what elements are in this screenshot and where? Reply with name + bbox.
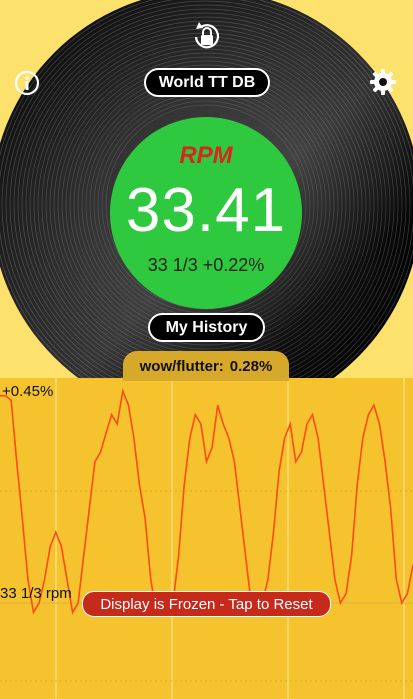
rpm-reference-offset: 33 1/3 +0.22% <box>147 255 265 275</box>
trace-line <box>0 388 413 615</box>
info-icon[interactable] <box>14 70 40 96</box>
lock-rotate-icon[interactable] <box>190 20 224 54</box>
graph-reference-label: 33 1/3 rpm <box>0 585 72 602</box>
rpm-label: RPM <box>179 142 233 169</box>
gear-icon[interactable] <box>369 68 397 96</box>
my-history-button[interactable]: My History <box>148 313 265 342</box>
world-tt-db-button[interactable]: World TT DB <box>144 68 270 97</box>
wow-flutter-value: 0.28% <box>229 357 273 375</box>
wow-flutter-readout: wow/flutter: 0.28% <box>123 351 289 381</box>
rpm-value: 33.41 <box>125 176 287 245</box>
wow-flutter-graph[interactable] <box>0 378 413 699</box>
wow-flutter-label: wow/flutter: <box>139 357 224 375</box>
frozen-reset-banner[interactable]: Display is Frozen - Tap to Reset <box>82 591 331 617</box>
graph-top-label: +0.45% <box>2 383 54 400</box>
